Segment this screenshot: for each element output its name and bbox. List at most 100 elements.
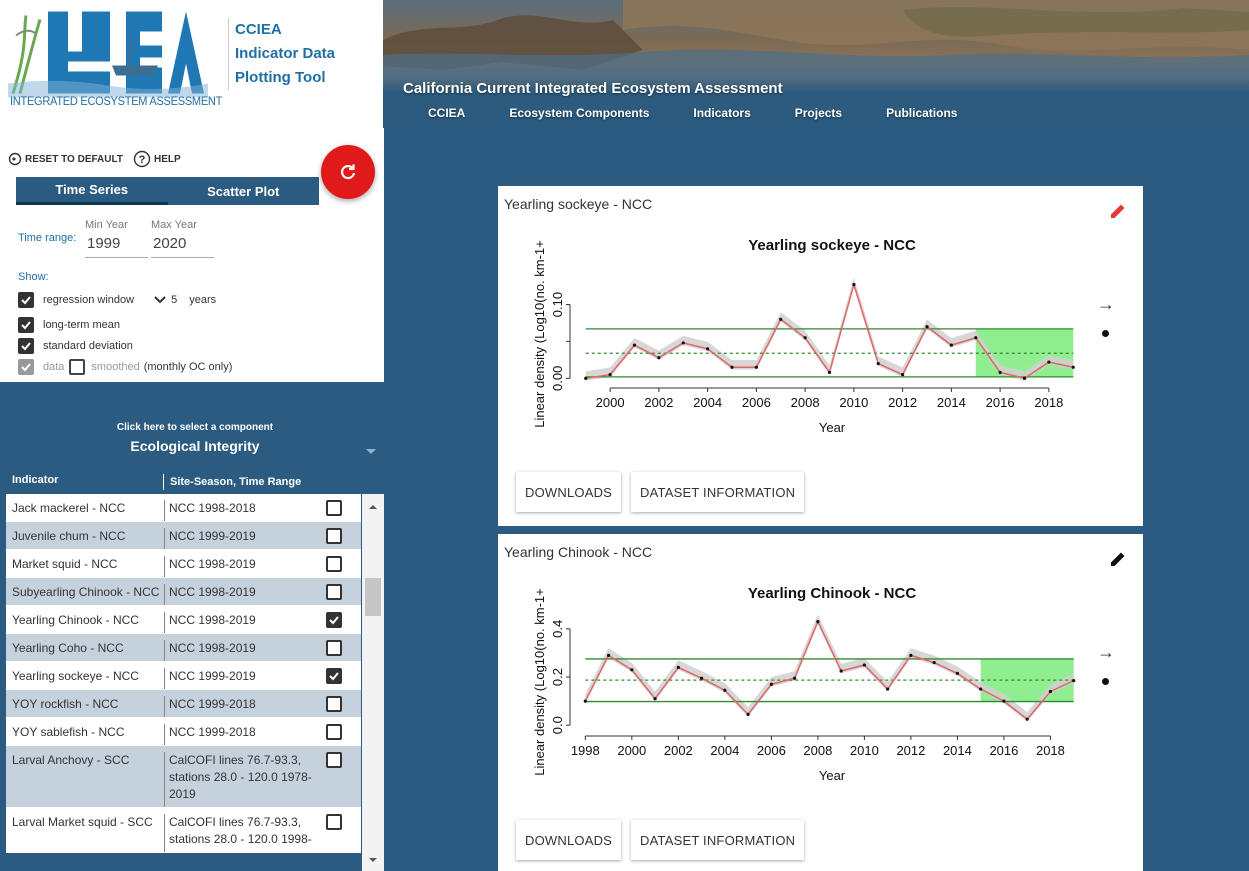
scroll-thumb[interactable] <box>365 578 381 616</box>
reset-button[interactable]: RESET TO DEFAULT <box>8 152 123 166</box>
dataset-info-button[interactable]: DATASET INFORMATION <box>631 820 805 860</box>
refresh-button[interactable] <box>321 145 375 199</box>
x-tick-label: 2004 <box>693 395 722 410</box>
indicator-name: Jack mackerel - NCC <box>12 501 126 515</box>
scroll-up-icon[interactable] <box>362 500 384 514</box>
longterm-checkbox[interactable] <box>18 317 34 333</box>
coastline-photo <box>383 0 1249 80</box>
dataset-info-button[interactable]: DATASET INFORMATION <box>631 472 805 512</box>
pencil-icon[interactable] <box>1109 550 1127 568</box>
table-row[interactable]: Yearling Coho - NCC NCC 1998-2019 <box>6 634 361 662</box>
row-checkbox[interactable] <box>326 640 342 656</box>
table-row[interactable]: Jack mackerel - NCC NCC 1998-2018 <box>6 494 361 522</box>
nav-publications[interactable]: Publications <box>886 106 957 120</box>
site-season-range: NCC 1998-2019 <box>164 640 326 661</box>
min-year-input[interactable]: 1999 <box>85 231 148 258</box>
longterm-label: long-term mean <box>43 319 121 331</box>
help-button[interactable]: ? HELP <box>133 150 181 168</box>
card-actions: DOWNLOADS DATASET INFORMATION <box>516 472 805 512</box>
regression-option: regression window 5 years <box>18 292 216 308</box>
table-row[interactable]: Larval Market squid - SCC CalCOFI lines 7… <box>6 808 361 853</box>
smoothed-checkbox <box>69 359 86 375</box>
table-row[interactable]: Yearling Chinook - NCC NCC 1998-2019 <box>6 606 361 634</box>
data-point <box>803 336 807 340</box>
tool-title-line: Indicator Data <box>235 45 336 62</box>
downloads-button[interactable]: DOWNLOADS <box>516 820 622 860</box>
x-tick-label: 2018 <box>1034 395 1063 410</box>
table-row[interactable]: Subyearling Chinook - NCC NCC 1998-2019 <box>6 578 361 606</box>
row-checkbox[interactable] <box>326 556 342 572</box>
indicator-name: Subyearling Chinook - NCC <box>12 585 160 599</box>
x-tick-label: 2012 <box>888 395 917 410</box>
data-point <box>779 317 783 321</box>
component-hint: Click here to select a component <box>116 422 274 433</box>
data-point <box>1025 717 1029 721</box>
table-row[interactable]: YOY sablefish - NCC NCC 1999-2018 <box>6 718 361 746</box>
banner: California Current Integrated Ecosystem … <box>383 0 1249 128</box>
data-point <box>816 620 820 624</box>
x-tick-label: 2008 <box>791 395 820 410</box>
table-scrollbar[interactable] <box>362 494 384 871</box>
row-checkbox[interactable] <box>326 724 342 740</box>
row-checkbox[interactable] <box>326 584 342 600</box>
chevron-down-icon[interactable] <box>154 296 166 304</box>
nav-ecosystem-components[interactable]: Ecosystem Components <box>509 106 649 120</box>
tool-title-line: Plotting Tool <box>235 69 326 86</box>
stdev-checkbox[interactable] <box>18 338 34 354</box>
nav-indicators[interactable]: Indicators <box>693 106 750 120</box>
data-point <box>827 370 832 375</box>
x-tick-label: 2000 <box>617 743 646 758</box>
row-checkbox[interactable] <box>326 500 342 516</box>
y-tick-label: 0.00 <box>550 366 565 391</box>
data-point <box>1022 376 1027 380</box>
data-point <box>793 676 797 680</box>
row-checkbox[interactable] <box>326 528 342 544</box>
regression-label: regression window <box>43 294 135 306</box>
site-season-range: NCC 1999-2018 <box>164 724 326 745</box>
data-point <box>979 687 983 691</box>
component-select[interactable]: Click here to select a component Ecologi… <box>6 413 384 465</box>
pencil-icon[interactable] <box>1109 202 1127 220</box>
table-row[interactable]: Market squid - NCC NCC 1998-2019 <box>6 550 361 578</box>
max-year-field[interactable]: Max Year 2020 <box>151 219 214 258</box>
x-tick-label: 2010 <box>839 395 868 410</box>
row-checkbox[interactable] <box>326 752 342 768</box>
data-point <box>1048 689 1053 694</box>
nav-projects[interactable]: Projects <box>795 106 842 120</box>
tab-time-series[interactable]: Time Series <box>16 177 168 205</box>
row-checkbox[interactable] <box>326 612 342 628</box>
regression-checkbox[interactable] <box>18 292 34 308</box>
chart-card: Yearling sockeye - NCC Yearling sockeye … <box>498 186 1143 526</box>
table-row[interactable]: Yearling sockeye - NCC NCC 1999-2019 <box>6 662 361 690</box>
data-point <box>699 676 704 680</box>
monthly-note: (monthly OC only) <box>143 361 233 373</box>
column-header-indicator[interactable]: Indicator <box>6 474 164 490</box>
indicator-name: Yearling Coho - NCC <box>12 641 124 655</box>
nav-cciea[interactable]: CCIEA <box>428 106 465 120</box>
table-row[interactable]: Juvenile chum - NCC NCC 1999-2019 <box>6 522 361 550</box>
downloads-button[interactable]: DOWNLOADS <box>516 472 622 512</box>
tab-scatter-plot[interactable]: Scatter Plot <box>168 177 320 205</box>
table-row[interactable]: Larval Anchovy - SCC CalCOFI lines 76.7-9… <box>6 746 361 808</box>
data-checkbox <box>18 359 34 375</box>
regression-window-select[interactable]: 5 <box>171 294 177 306</box>
banner-title: California Current Integrated Ecosystem … <box>403 80 783 97</box>
row-select <box>326 522 361 549</box>
scroll-down-icon[interactable] <box>362 853 384 867</box>
max-year-label: Max Year <box>151 219 197 231</box>
row-checkbox[interactable] <box>326 668 342 684</box>
row-checkbox[interactable] <box>326 814 342 830</box>
y-tick-label: 0.0 <box>550 716 565 734</box>
row-checkbox[interactable] <box>326 696 342 712</box>
indicator-name: YOY sablefish - NCC <box>12 725 125 739</box>
column-header-site-season[interactable]: Site-Season, Time Range <box>164 476 301 488</box>
stdev-option: standard deviation <box>18 338 133 354</box>
card-actions: DOWNLOADS DATASET INFORMATION <box>516 820 805 860</box>
max-year-input[interactable]: 2020 <box>151 231 214 258</box>
y-tick-label: 0.10 <box>550 292 565 317</box>
row-select <box>326 578 361 605</box>
min-year-field[interactable]: Min Year 1999 <box>85 219 148 258</box>
arrow-right-icon: → <box>1097 642 1115 662</box>
table-row[interactable]: YOY rockfish - NCC NCC 1999-2018 <box>6 690 361 718</box>
site-season-range: NCC 1999-2018 <box>164 696 326 717</box>
